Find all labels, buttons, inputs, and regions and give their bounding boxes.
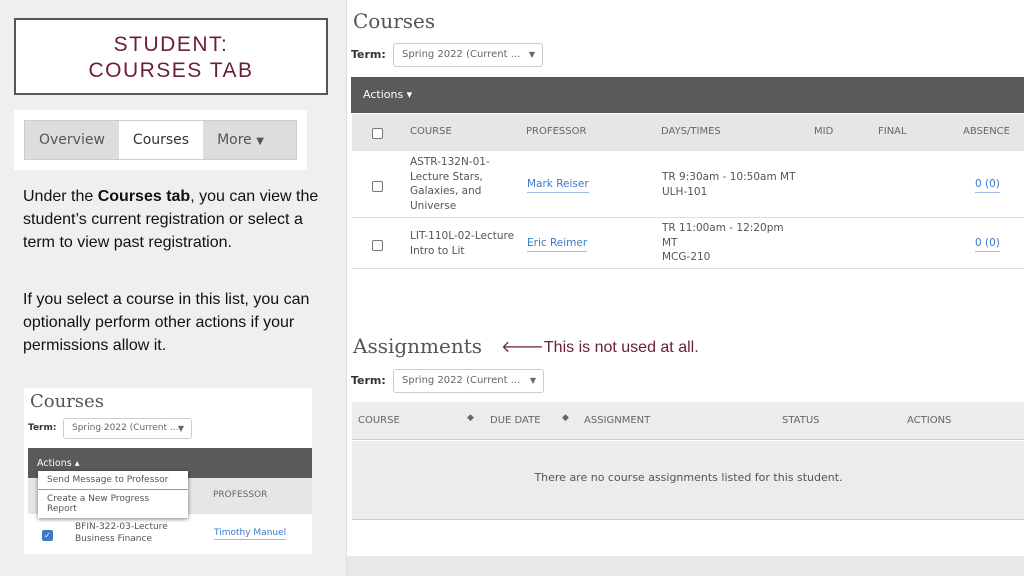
table-row[interactable]: ASTR-132N-01- Lecture Stars, Galaxies, and… [352, 152, 1024, 218]
caret-down-icon: ▼ [256, 136, 264, 147]
assignments-title: Assignments [353, 334, 483, 358]
menu-item-send-message[interactable]: Send Message to Professor [38, 471, 188, 490]
menu-item-progress-report[interactable]: Create a New Progress Report [38, 490, 188, 518]
professor-link[interactable]: Mark Reiser [527, 177, 589, 193]
select-all-checkbox[interactable] [372, 128, 383, 139]
tab-overview[interactable]: Overview [25, 121, 119, 159]
chevron-down-icon: ▼ [529, 376, 536, 385]
absence-link[interactable]: 0 (0) [975, 177, 1000, 193]
tab-courses[interactable]: Courses [118, 121, 204, 159]
student-courses-view: Courses Term: Spring 2022 (Current ... ▼ … [346, 0, 1024, 576]
courses-title: Courses [353, 9, 436, 33]
actions-paragraph: If you select a course in this list, you… [23, 291, 310, 354]
mini-term-select[interactable]: Spring 2022 (Current ... ▼ [63, 418, 192, 439]
arrow-left-icon: 🡐 [501, 339, 544, 356]
sort-icon: ◆ [467, 413, 474, 423]
courses-table-header: COURSE PROFESSOR DAYS/TIMES MID FINAL AB… [352, 114, 1024, 151]
absence-link[interactable]: 0 (0) [975, 236, 1000, 252]
page-footer [347, 556, 1024, 576]
mini-professor-link[interactable]: Timothy Manuel [214, 527, 287, 540]
tabs-illustration: Overview Courses More ▼ [14, 110, 307, 170]
actions-dropdown-menu: Send Message to Professor Create a New P… [38, 471, 188, 518]
annotation-note: 🡐This is not used at all. [501, 339, 699, 356]
chevron-down-icon: ▼ [528, 50, 535, 59]
assignments-term-select[interactable]: Spring 2022 (Current ... ▼ [393, 369, 544, 393]
tab-more[interactable]: More ▼ [203, 121, 278, 159]
instruction-panel: STUDENT: COURSES TAB Overview Courses Mo… [0, 0, 346, 576]
actions-button[interactable]: Actions ▾ [351, 77, 1024, 113]
slide-title: STUDENT: COURSES TAB [14, 18, 328, 95]
description-paragraph: Under the Courses tab, you can view the … [23, 188, 319, 251]
term-select[interactable]: Spring 2022 (Current ... ▼ [393, 43, 543, 67]
row-checkbox[interactable] [372, 181, 383, 192]
professor-link[interactable]: Eric Reimer [527, 236, 588, 252]
assignments-table-header: COURSE ◆ DUE DATE ◆ ASSIGNMENT STATUS AC… [352, 402, 1024, 440]
sort-icon: ◆ [562, 413, 569, 423]
actions-menu-screenshot: Courses Term: Spring 2022 (Current ... ▼ … [24, 388, 312, 554]
table-row[interactable]: LIT-110L-02-Lecture Intro to Lit Eric Rei… [352, 219, 1024, 269]
row-checkbox[interactable] [372, 240, 383, 251]
mini-row-checkbox[interactable]: ✓ [42, 530, 53, 541]
empty-state-message: There are no course assignments listed f… [352, 441, 1024, 520]
